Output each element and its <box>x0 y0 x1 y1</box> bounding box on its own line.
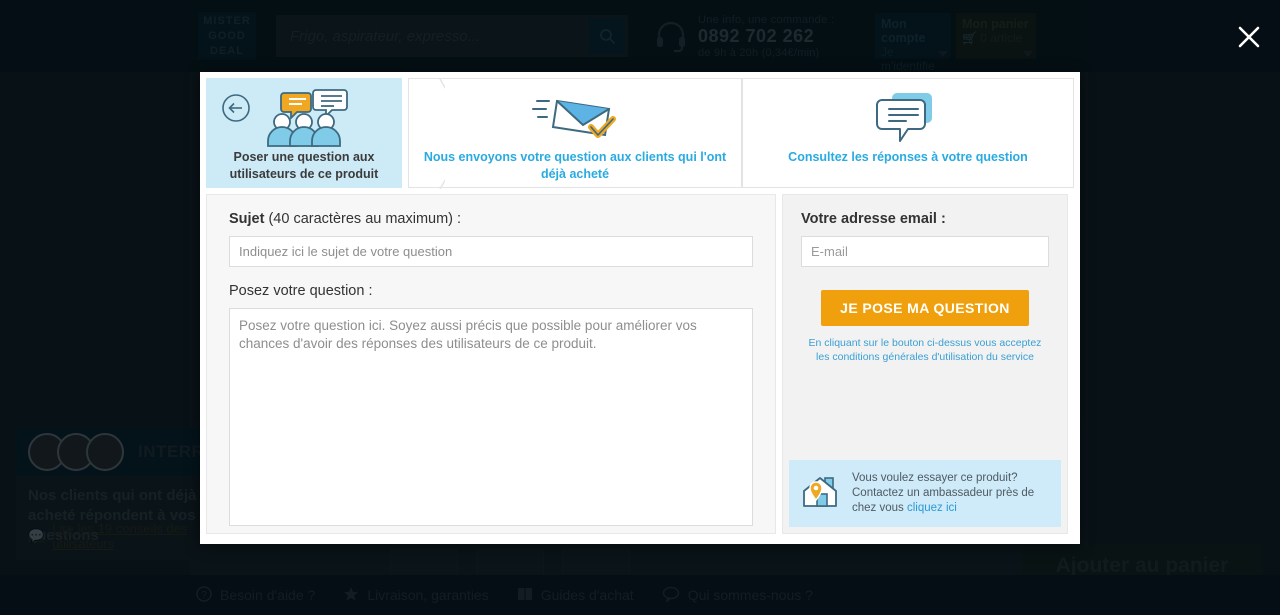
email-label: Votre adresse email : <box>801 211 946 227</box>
wizard-step-3[interactable]: Consultez les réponses à votre question <box>742 78 1074 188</box>
envelope-check-icon <box>527 87 623 149</box>
wizard-step-2-label: Nous envoyons votre question aux clients… <box>423 150 727 181</box>
modal-body: Sujet (40 caractères au maximum) : Posez… <box>200 188 1080 540</box>
ask-question-modal: Poser une question aux utilisateurs de c… <box>200 72 1080 544</box>
ambassador-text: Vous voulez essayer ce produit? Contacte… <box>852 471 1051 516</box>
speech-bubbles-icon <box>868 87 948 149</box>
wizard-step-3-label: Consultez les réponses à votre question <box>788 150 1028 164</box>
subject-label: Sujet (40 caractères au maximum) : <box>229 211 753 227</box>
question-textarea[interactable] <box>229 308 753 526</box>
people-speech-bubbles-icon <box>256 87 352 149</box>
question-form-panel: Sujet (40 caractères au maximum) : Posez… <box>206 194 776 534</box>
wizard-step-2[interactable]: Nous envoyons votre question aux clients… <box>408 78 742 189</box>
wizard-step-1-label: Poser une question aux utilisateurs de c… <box>229 150 379 181</box>
wizard-step-1[interactable]: Poser une question aux utilisateurs de c… <box>206 78 402 188</box>
submit-question-button[interactable]: JE POSE MA QUESTION <box>821 290 1029 326</box>
back-arrow-icon[interactable] <box>221 93 251 128</box>
email-submit-panel: Votre adresse email : JE POSE MA QUESTIO… <box>782 194 1068 534</box>
subject-label-bold: Sujet <box>229 211 265 227</box>
close-icon[interactable] <box>1234 22 1264 52</box>
question-label: Posez votre question : <box>229 283 373 299</box>
house-pin-icon <box>799 472 841 515</box>
terms-notice[interactable]: En cliquant sur le bouton ci-dessus vous… <box>801 336 1049 364</box>
ambassador-banner: Vous voulez essayer ce produit? Contacte… <box>789 460 1061 527</box>
ambassador-link[interactable]: cliquez ici <box>907 502 957 514</box>
wizard-steps: Poser une question aux utilisateurs de c… <box>200 72 1080 189</box>
subject-label-rest: (40 caractères au maximum) : <box>264 211 462 227</box>
subject-input[interactable] <box>229 236 753 267</box>
email-input[interactable] <box>801 236 1049 267</box>
